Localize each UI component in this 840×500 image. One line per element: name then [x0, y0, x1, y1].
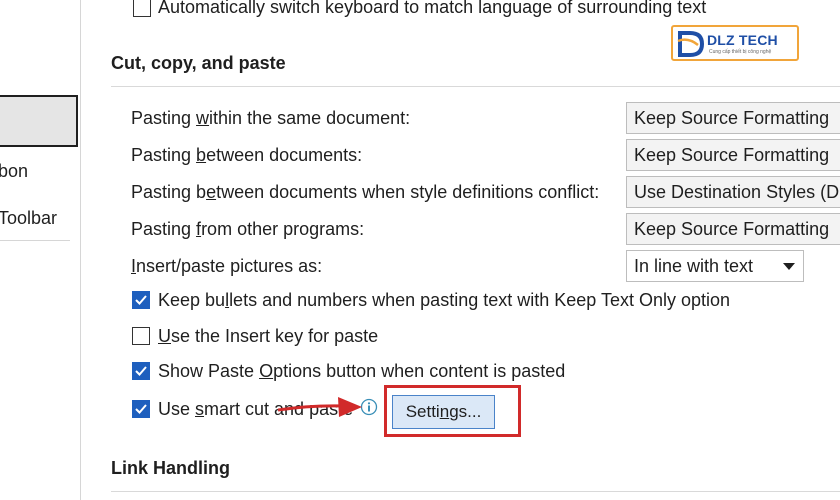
- sidebar-divider: [0, 240, 70, 241]
- sidebar-item-quick-access-toolbar[interactable]: Toolbar: [0, 208, 57, 229]
- auto-switch-keyboard-checkbox[interactable]: [133, 0, 151, 17]
- sidebar-item-selected[interactable]: [0, 95, 78, 147]
- dlz-tech-logo: DLZ TECH Cung cấp thiết bị công nghệ: [671, 25, 799, 61]
- section-title-link-handling: Link Handling: [111, 458, 230, 478]
- logo-wordmark: DLZ TECH: [707, 32, 778, 48]
- paste-same-doc-select[interactable]: Keep Source Formatting: [626, 102, 840, 134]
- insert-pictures-select[interactable]: In line with text: [626, 250, 804, 282]
- advanced-options-panel: Automatically switch keyboard to match l…: [81, 0, 840, 500]
- paste-style-conflict-label: Pasting between documents when style def…: [131, 182, 600, 202]
- insert-key-paste-label: Use the Insert key for paste: [158, 326, 379, 346]
- section-title-cut-copy-paste: Cut, copy, and paste: [111, 53, 286, 73]
- red-arrow-annotation: [277, 397, 362, 417]
- logo-tagline: Cung cấp thiết bị công nghệ: [709, 49, 772, 55]
- checkmark-icon: [135, 295, 147, 305]
- paste-between-docs-label: Pasting between documents:: [131, 145, 363, 165]
- section-divider: [111, 86, 840, 87]
- keep-bullets-checkbox[interactable]: [132, 291, 150, 309]
- highlight-annotation-box: [384, 385, 521, 437]
- paste-other-programs-label: Pasting from other programs:: [131, 219, 365, 239]
- show-paste-options-checkbox[interactable]: [132, 362, 150, 380]
- checkmark-icon: [135, 404, 147, 414]
- section-divider: [111, 491, 840, 492]
- paste-between-docs-select[interactable]: Keep Source Formatting: [626, 139, 840, 171]
- insert-pictures-label: Insert/paste pictures as:: [131, 256, 323, 276]
- keep-bullets-label: Keep bullets and numbers when pasting te…: [158, 290, 731, 310]
- dlz-logo-icon: [677, 31, 705, 57]
- paste-other-programs-select[interactable]: Keep Source Formatting: [626, 213, 840, 245]
- chevron-down-icon: [783, 263, 795, 270]
- checkmark-icon: [135, 366, 147, 376]
- show-paste-options-label: Show Paste Options button when content i…: [158, 361, 566, 381]
- smart-cut-paste-checkbox[interactable]: [132, 400, 150, 418]
- paste-same-doc-label: Pasting within the same document:: [131, 108, 411, 128]
- options-sidebar: bon Toolbar: [0, 0, 81, 500]
- insert-key-paste-checkbox[interactable]: [132, 327, 150, 345]
- paste-style-conflict-select[interactable]: Use Destination Styles (D: [626, 176, 840, 208]
- auto-switch-keyboard-label: Automatically switch keyboard to match l…: [158, 0, 707, 17]
- sidebar-item-label: bon: [0, 161, 29, 181]
- sidebar-item-customize-ribbon[interactable]: bon: [0, 161, 28, 182]
- sidebar-item-label: Toolbar: [0, 208, 58, 228]
- insert-pictures-value: In line with text: [634, 256, 754, 276]
